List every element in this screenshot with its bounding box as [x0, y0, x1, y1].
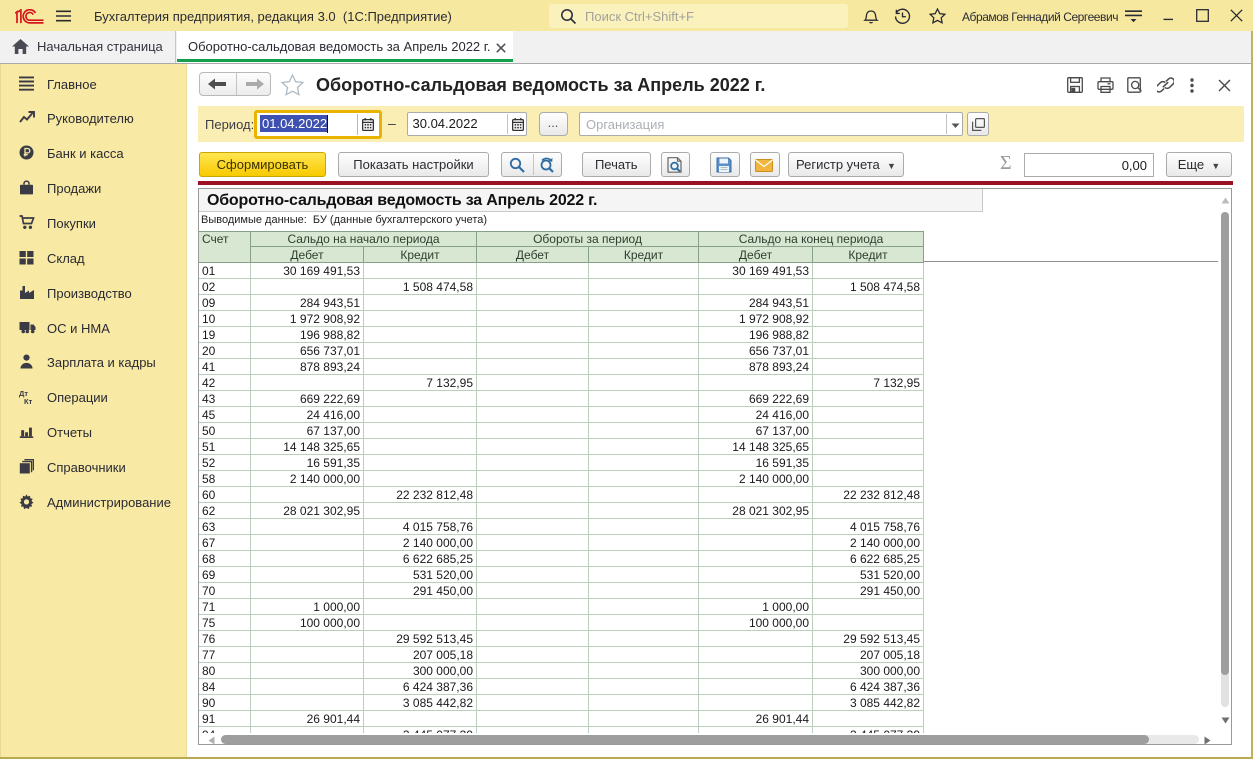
- svg-text:Кт: Кт: [24, 397, 33, 405]
